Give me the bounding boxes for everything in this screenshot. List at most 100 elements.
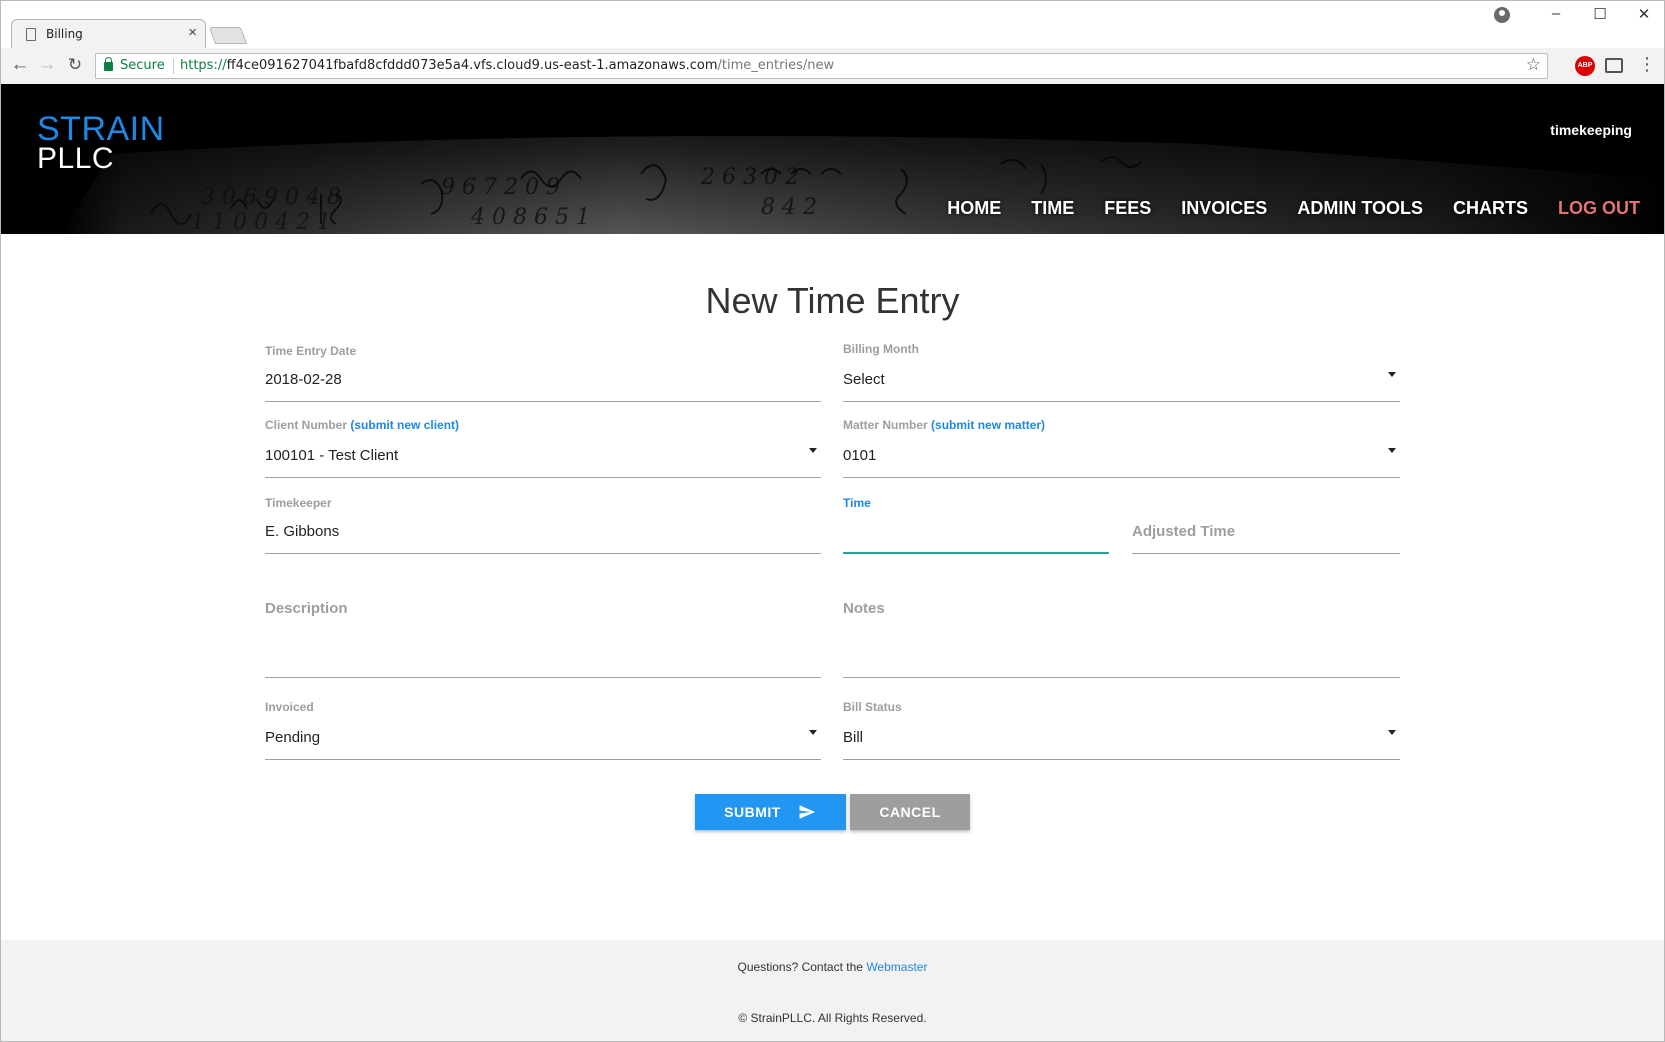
tab-title: Billing [46, 27, 83, 41]
url-path: /time_entries/new [717, 58, 835, 73]
nav-fees[interactable]: FEES [1104, 198, 1151, 219]
address-separator [173, 58, 174, 74]
address-bar[interactable]: Secure https://ff4ce091627041fbafd8cfddd… [95, 53, 1548, 79]
matter-number-label-text: Matter Number [843, 418, 928, 432]
main-nav: HOME TIME FEES INVOICES ADMIN TOOLS CHAR… [947, 198, 1640, 219]
input-underline [265, 401, 821, 402]
nav-charts[interactable]: CHARTS [1453, 198, 1528, 219]
page-icon [26, 28, 36, 41]
forward-arrow-icon[interactable]: → [36, 55, 58, 75]
time-entry-date-label: Time Entry Date [265, 344, 357, 358]
send-icon [799, 805, 816, 819]
minimize-icon[interactable]: – [1541, 5, 1571, 22]
cancel-button[interactable]: CANCEL [850, 794, 970, 830]
logo-pllc: PLLC [37, 142, 115, 175]
url-host: ff4ce091627041fbafd8cfddd073e5a4.vfs.clo… [226, 58, 718, 73]
invoiced-select[interactable]: Invoiced Pending [265, 700, 821, 762]
input-underline [843, 477, 1400, 478]
client-number-label: Client Number (submit new client) [265, 418, 459, 432]
description-field[interactable]: Description [265, 598, 821, 680]
lock-icon [104, 57, 113, 71]
logo-strain: STRAIN [37, 110, 165, 148]
url-text[interactable]: https://ff4ce091627041fbafd8cfddd073e5a4… [180, 58, 834, 73]
time-label: Time [843, 496, 871, 510]
nav-admin-tools[interactable]: ADMIN TOOLS [1297, 198, 1423, 219]
invoiced-label: Invoiced [265, 700, 314, 714]
nav-home[interactable]: HOME [947, 198, 1001, 219]
cancel-label: CANCEL [879, 804, 941, 820]
input-underline [265, 553, 821, 554]
bill-status-value[interactable]: Bill [843, 729, 863, 746]
input-underline [843, 759, 1400, 760]
input-underline [265, 677, 821, 678]
bill-status-select[interactable]: Bill Status Bill [843, 700, 1400, 762]
time-field[interactable]: Time [843, 496, 1109, 556]
tab-strip: Billing × – ☐ ✕ [1, 1, 1664, 49]
back-arrow-icon[interactable]: ← [9, 55, 31, 75]
submit-new-matter-link[interactable]: (submit new matter) [931, 418, 1045, 432]
dropdown-caret-icon [809, 730, 817, 735]
billing-month-select[interactable]: Billing Month Select [843, 342, 1400, 404]
matter-number-label: Matter Number (submit new matter) [843, 418, 1045, 432]
client-number-select[interactable]: Client Number (submit new client) 100101… [265, 418, 821, 480]
user-dropdown[interactable]: timekeeping [1550, 122, 1632, 138]
client-number-label-text: Client Number [265, 418, 348, 432]
footer-copyright: © StrainPLLC. All Rights Reserved. [738, 1011, 927, 1025]
close-window-icon[interactable]: ✕ [1629, 5, 1659, 23]
footer-question: Questions? Contact the [737, 960, 863, 974]
time-entry-date-input[interactable]: 2018-02-28 [265, 371, 342, 388]
input-underline [265, 477, 821, 478]
input-underline-active [843, 552, 1109, 554]
browser-chrome: Billing × – ☐ ✕ ← → ↻ Secure https://ff4… [0, 0, 1665, 85]
secure-label: Secure [120, 58, 165, 73]
submit-button[interactable]: SUBMIT [695, 794, 846, 830]
notes-field[interactable]: Notes [843, 598, 1400, 680]
reload-icon[interactable]: ↻ [64, 55, 86, 75]
cast-icon[interactable] [1605, 58, 1623, 73]
adjusted-time-field[interactable]: Adjusted Time [1132, 496, 1400, 556]
webmaster-link[interactable]: Webmaster [866, 960, 927, 974]
timekeeper-field[interactable]: Timekeeper E. Gibbons [265, 496, 821, 556]
dropdown-caret-icon [1388, 448, 1396, 453]
matter-number-value[interactable]: 0101 [843, 447, 876, 464]
maximize-icon[interactable]: ☐ [1585, 5, 1615, 23]
invoiced-value[interactable]: Pending [265, 729, 320, 746]
adblock-icon[interactable]: ABP [1575, 56, 1595, 76]
time-entry-date-field[interactable]: Time Entry Date 2018-02-28 [265, 344, 821, 404]
page-title: New Time Entry [705, 280, 960, 321]
dropdown-caret-icon [1388, 372, 1396, 377]
profile-icon[interactable] [1494, 7, 1510, 23]
adjusted-time-placeholder: Adjusted Time [1132, 523, 1236, 540]
new-tab-button[interactable] [208, 27, 248, 44]
site-footer: Questions? Contact the Webmaster © Strai… [1, 940, 1664, 1041]
input-underline [1132, 553, 1400, 554]
nav-time[interactable]: TIME [1031, 198, 1074, 219]
site-logo[interactable]: STRAIN PLLC [37, 110, 165, 175]
input-underline [265, 759, 821, 760]
dropdown-caret-icon [809, 448, 817, 453]
client-number-value[interactable]: 100101 - Test Client [265, 447, 398, 464]
url-scheme: https:// [180, 58, 227, 73]
matter-number-select[interactable]: Matter Number (submit new matter) 0101 [843, 418, 1400, 480]
browser-toolbar: ← → ↻ Secure https://ff4ce091627041fbafd… [1, 48, 1664, 85]
site-header: 3 0 6 9 0 4 8 9 6 7 2 0 9 2 6 3 0 2 1 1 … [1, 84, 1664, 234]
nav-log-out[interactable]: LOG OUT [1558, 198, 1640, 219]
menu-icon[interactable]: ⋮ [1638, 54, 1656, 74]
dropdown-caret-icon [1388, 730, 1396, 735]
browser-tab[interactable]: Billing × [11, 19, 206, 49]
submit-new-client-link[interactable]: (submit new client) [350, 418, 459, 432]
timekeeper-label: Timekeeper [265, 496, 332, 510]
submit-label: SUBMIT [724, 804, 781, 820]
timekeeper-input[interactable]: E. Gibbons [265, 523, 339, 540]
bookmark-star-icon[interactable]: ☆ [1526, 55, 1541, 75]
description-placeholder: Description [265, 600, 348, 617]
notes-placeholder: Notes [843, 600, 885, 617]
input-underline [843, 401, 1400, 402]
bill-status-label: Bill Status [843, 700, 902, 714]
billing-month-label: Billing Month [843, 342, 919, 356]
footer-contact: Questions? Contact the Webmaster [1, 960, 1664, 974]
input-underline [843, 677, 1400, 678]
tab-close-icon[interactable]: × [188, 24, 197, 41]
billing-month-value[interactable]: Select [843, 371, 885, 388]
nav-invoices[interactable]: INVOICES [1181, 198, 1267, 219]
